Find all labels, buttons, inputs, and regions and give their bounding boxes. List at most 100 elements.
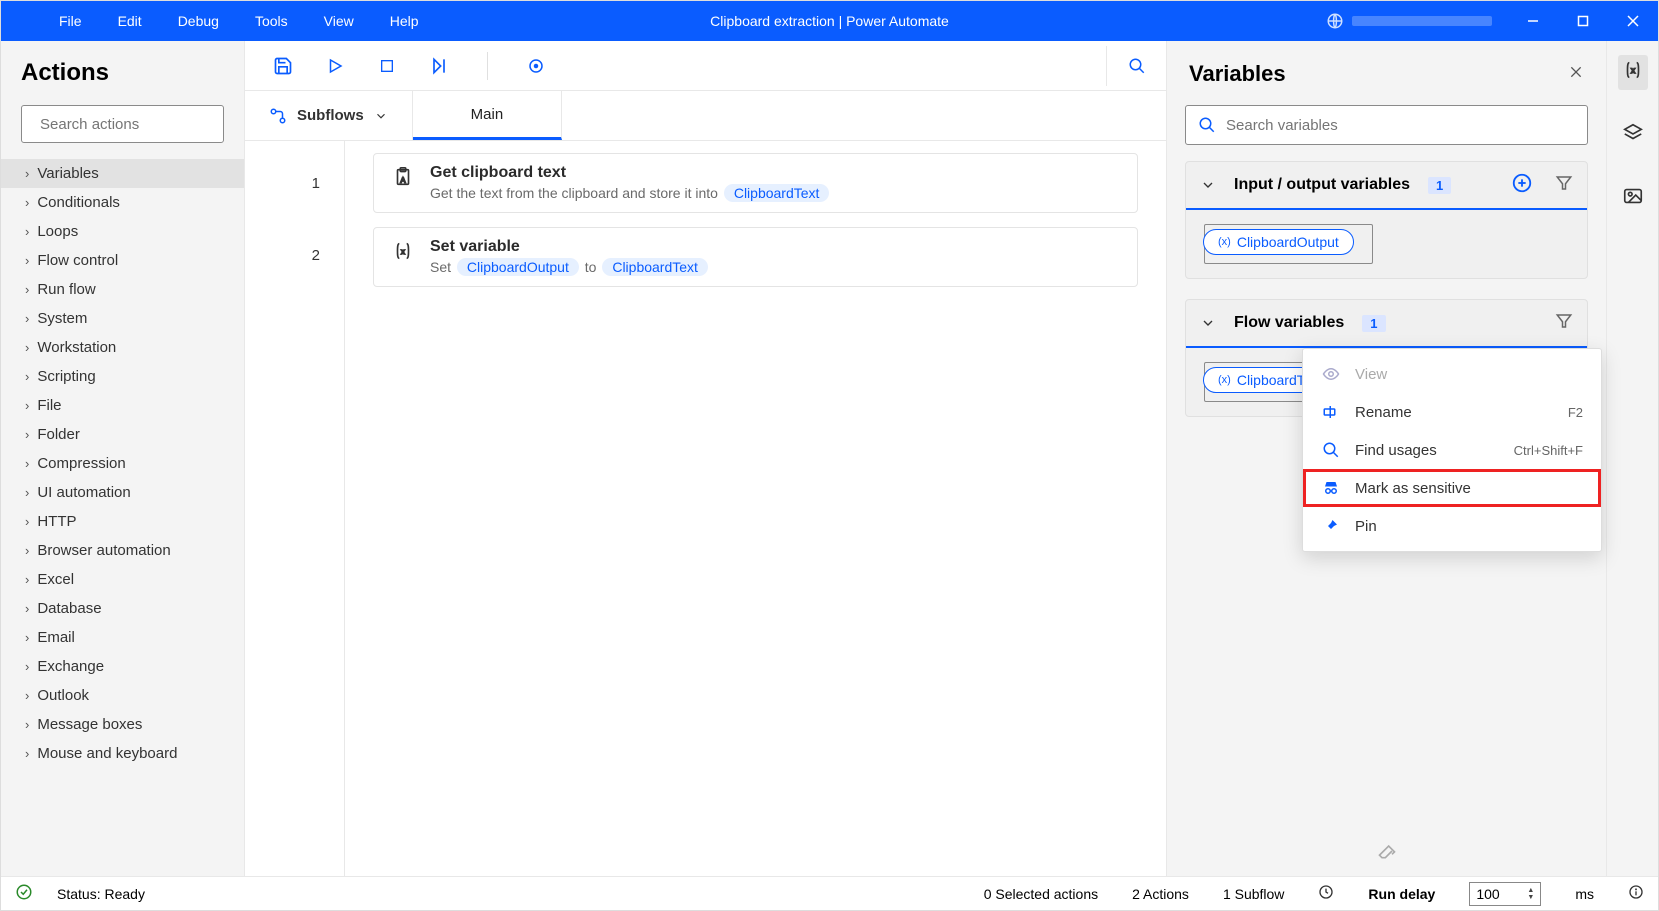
flow-icon [269, 107, 287, 125]
run-delay-input[interactable]: ▲ ▼ [1469, 882, 1541, 906]
menu-file[interactable]: File [41, 3, 100, 39]
actions-item-http[interactable]: ›HTTP [1, 507, 244, 536]
menu-view[interactable]: View [1303, 355, 1601, 393]
titlebar: File Edit Debug Tools View Help Clipboar… [1, 1, 1658, 41]
actions-item-email[interactable]: ›Email [1, 623, 244, 652]
variables-search-input[interactable] [1226, 117, 1575, 134]
globe-icon [1326, 12, 1344, 30]
chevron-right-icon: › [25, 514, 29, 529]
actions-item-compression[interactable]: ›Compression [1, 449, 244, 478]
subflows-label: Subflows [297, 107, 364, 124]
actions-item-workstation[interactable]: ›Workstation [1, 333, 244, 362]
rail-images-button[interactable] [1618, 181, 1648, 216]
actions-item-outlook[interactable]: ›Outlook [1, 681, 244, 710]
actions-item-run-flow[interactable]: ›Run flow [1, 275, 244, 304]
environment-indicator[interactable] [1310, 12, 1508, 30]
info-icon[interactable] [1628, 884, 1644, 903]
selected-actions-count: 0 Selected actions [984, 886, 1098, 902]
menu-pin[interactable]: Pin [1303, 507, 1601, 545]
view-icon [1321, 365, 1341, 383]
chevron-right-icon: › [25, 543, 29, 558]
actions-search-input[interactable] [40, 116, 239, 133]
rail-ui-elements-button[interactable] [1618, 118, 1648, 153]
actions-search[interactable] [21, 105, 224, 143]
close-button[interactable] [1608, 1, 1658, 41]
actions-item-loops[interactable]: ›Loops [1, 217, 244, 246]
run-delay-field[interactable] [1476, 886, 1516, 902]
step-title: Get clipboard text [430, 164, 1119, 182]
chevron-right-icon: › [25, 659, 29, 674]
stop-button[interactable] [375, 54, 399, 78]
run-button[interactable] [323, 54, 347, 78]
maximize-button[interactable] [1558, 1, 1608, 41]
rename-icon [1321, 403, 1341, 421]
chevron-right-icon: › [25, 456, 29, 471]
actions-item-ui-automation[interactable]: ›UI automation [1, 478, 244, 507]
actions-list[interactable]: ›Variables ›Conditionals ›Loops ›Flow co… [1, 153, 244, 876]
actions-item-conditionals[interactable]: ›Conditionals [1, 188, 244, 217]
actions-item-exchange[interactable]: ›Exchange [1, 652, 244, 681]
actions-item-message-boxes[interactable]: ›Message boxes [1, 710, 244, 739]
actions-item-browser-automation[interactable]: ›Browser automation [1, 536, 244, 565]
variable-icon: x [1622, 59, 1644, 81]
menu-view[interactable]: View [306, 3, 372, 39]
actions-item-folder[interactable]: ›Folder [1, 420, 244, 449]
eraser-icon[interactable] [1377, 841, 1397, 866]
actions-item-variables[interactable]: ›Variables [1, 159, 244, 188]
step-description: Get the text from the clipboard and stor… [430, 184, 1119, 202]
step-number: 2 [245, 231, 344, 303]
record-icon [527, 57, 545, 75]
close-panel-button[interactable] [1568, 64, 1584, 85]
actions-item-mouse-keyboard[interactable]: ›Mouse and keyboard [1, 739, 244, 768]
step-get-clipboard[interactable]: A Get clipboard text Get the text from t… [373, 153, 1138, 213]
right-rail: x [1606, 41, 1658, 876]
chevron-right-icon: › [25, 630, 29, 645]
shortcut: Ctrl+Shift+F [1514, 443, 1583, 458]
rail-variables-button[interactable]: x [1618, 55, 1648, 90]
chevron-down-icon [1200, 315, 1216, 331]
actions-item-database[interactable]: ›Database [1, 594, 244, 623]
actions-item-file[interactable]: ›File [1, 391, 244, 420]
spin-down[interactable]: ▼ [1527, 894, 1534, 901]
step-button[interactable] [427, 54, 451, 78]
chevron-right-icon: › [25, 340, 29, 355]
menu-debug[interactable]: Debug [160, 3, 237, 39]
subflows-count: 1 Subflow [1223, 886, 1284, 902]
actions-item-scripting[interactable]: ›Scripting [1, 362, 244, 391]
filter-icon [1555, 174, 1573, 192]
close-icon [1568, 64, 1584, 80]
actions-item-flow-control[interactable]: ›Flow control [1, 246, 244, 275]
minimize-button[interactable] [1508, 1, 1558, 41]
variable-context-menu: View Rename F2 Find usages Ctrl+Shift+F [1302, 348, 1602, 552]
step-gutter: 1 2 [245, 141, 345, 876]
variables-search[interactable] [1185, 105, 1588, 145]
io-variables-header[interactable]: Input / output variables 1 [1186, 162, 1587, 210]
chevron-right-icon: › [25, 485, 29, 500]
actions-item-excel[interactable]: ›Excel [1, 565, 244, 594]
menu-tools[interactable]: Tools [237, 3, 306, 39]
save-button[interactable] [271, 54, 295, 78]
filter-button[interactable] [1555, 174, 1573, 197]
menu-mark-sensitive[interactable]: Mark as sensitive [1303, 469, 1601, 507]
menu-rename[interactable]: Rename F2 [1303, 393, 1601, 431]
tab-main[interactable]: Main [413, 91, 563, 140]
subflows-dropdown[interactable]: Subflows [245, 91, 413, 140]
step-set-variable[interactable]: x Set variable Set ClipboardOutput to Cl… [373, 227, 1138, 287]
chevron-right-icon: › [25, 398, 29, 413]
menu-help[interactable]: Help [372, 3, 437, 39]
variable-pill[interactable]: (x) ClipboardOutput [1203, 229, 1354, 255]
filter-button[interactable] [1555, 312, 1573, 335]
step-description: Set ClipboardOutput to ClipboardText [430, 258, 1119, 276]
add-variable-button[interactable] [1511, 172, 1533, 199]
variable-name: ClipboardOutput [1237, 234, 1339, 250]
variable-icon: x [392, 240, 416, 264]
toolbar-search-button[interactable] [1106, 46, 1166, 86]
menu-edit[interactable]: Edit [100, 3, 160, 39]
spin-up[interactable]: ▲ [1527, 887, 1534, 894]
flow-variables-header[interactable]: Flow variables 1 [1186, 300, 1587, 348]
variables-title: Variables [1189, 61, 1286, 87]
actions-count: 2 Actions [1132, 886, 1189, 902]
record-button[interactable] [524, 54, 548, 78]
menu-find-usages[interactable]: Find usages Ctrl+Shift+F [1303, 431, 1601, 469]
actions-item-system[interactable]: ›System [1, 304, 244, 333]
